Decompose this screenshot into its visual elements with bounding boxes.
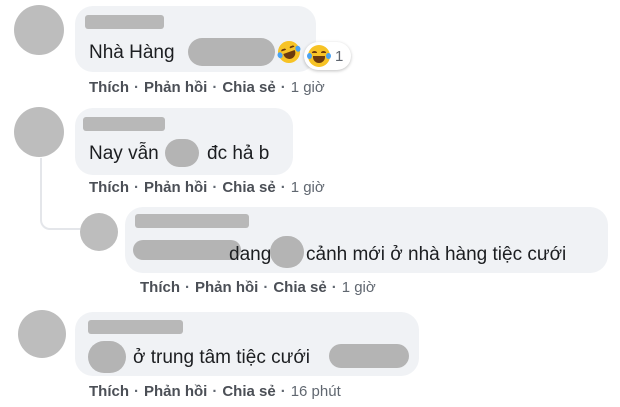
redacted-text: [133, 240, 241, 260]
comment-actions: Thích · Phản hồi · Chia sẻ · 1 giờ: [89, 79, 325, 96]
timestamp[interactable]: 16 phút: [291, 383, 341, 400]
separator: ·: [134, 79, 139, 96]
reaction-summary[interactable]: 1: [304, 42, 352, 70]
avatar[interactable]: [18, 310, 66, 358]
share-button[interactable]: Chia sẻ: [222, 79, 275, 96]
separator: ·: [134, 179, 139, 196]
comment-text-middle: dang: [229, 244, 272, 265]
separator: ·: [134, 383, 139, 400]
thread-connector: [40, 158, 80, 230]
comment-actions: Thích · Phản hồi · Chia sẻ · 16 phút: [89, 383, 341, 400]
redacted-text: [270, 236, 304, 268]
comment-text: ở trung tâm tiệc cưới: [133, 347, 311, 368]
like-button[interactable]: Thích: [89, 79, 129, 96]
share-button[interactable]: Chia sẻ: [273, 279, 326, 296]
separator: ·: [212, 179, 218, 196]
comment-actions: Thích · Phản hồi · Chia sẻ · 1 giờ: [89, 179, 325, 196]
comment-text-end: cảnh mới ở nhà hàng tiệc cưới: [306, 244, 567, 265]
reply-button[interactable]: Phản hồi: [195, 279, 258, 296]
separator: ·: [280, 179, 286, 196]
reply-button[interactable]: Phản hồi: [144, 383, 207, 400]
redacted-text: [88, 341, 126, 373]
like-button[interactable]: Thích: [140, 279, 180, 296]
separator: ·: [212, 383, 218, 400]
avatar[interactable]: [80, 213, 118, 251]
comment-text-start: Nay vẫn: [89, 143, 159, 164]
redacted-text: [165, 139, 199, 167]
separator: ·: [263, 279, 269, 296]
commenter-name-redacted[interactable]: [83, 117, 165, 131]
laugh-emoji-icon: [274, 37, 304, 67]
commenter-name-redacted[interactable]: [88, 320, 183, 334]
comment-text: Nhà Hàng: [89, 42, 175, 63]
reply-button[interactable]: Phản hồi: [144, 79, 207, 96]
avatar[interactable]: [14, 5, 64, 55]
reaction-count: 1: [335, 47, 344, 65]
share-button[interactable]: Chia sẻ: [222, 383, 275, 400]
like-button[interactable]: Thích: [89, 179, 129, 196]
laugh-emoji-icon: [307, 45, 331, 67]
share-button[interactable]: Chia sẻ: [222, 179, 275, 196]
separator: ·: [280, 79, 286, 96]
redacted-text: [329, 344, 409, 368]
like-button[interactable]: Thích: [89, 383, 129, 400]
timestamp[interactable]: 1 giờ: [291, 179, 325, 196]
timestamp[interactable]: 1 giờ: [291, 79, 325, 96]
redacted-text: [188, 38, 275, 66]
reply-button[interactable]: Phản hồi: [144, 179, 207, 196]
comment-text-end: đc hả b: [207, 143, 270, 164]
commenter-name-redacted[interactable]: [135, 214, 249, 228]
separator: ·: [212, 79, 218, 96]
separator: ·: [280, 383, 286, 400]
avatar[interactable]: [14, 107, 64, 157]
separator: ·: [331, 279, 337, 296]
commenter-name-redacted[interactable]: [85, 15, 164, 29]
timestamp[interactable]: 1 giờ: [342, 279, 376, 296]
separator: ·: [185, 279, 190, 296]
comment-actions: Thích · Phản hồi · Chia sẻ · 1 giờ: [140, 279, 376, 296]
